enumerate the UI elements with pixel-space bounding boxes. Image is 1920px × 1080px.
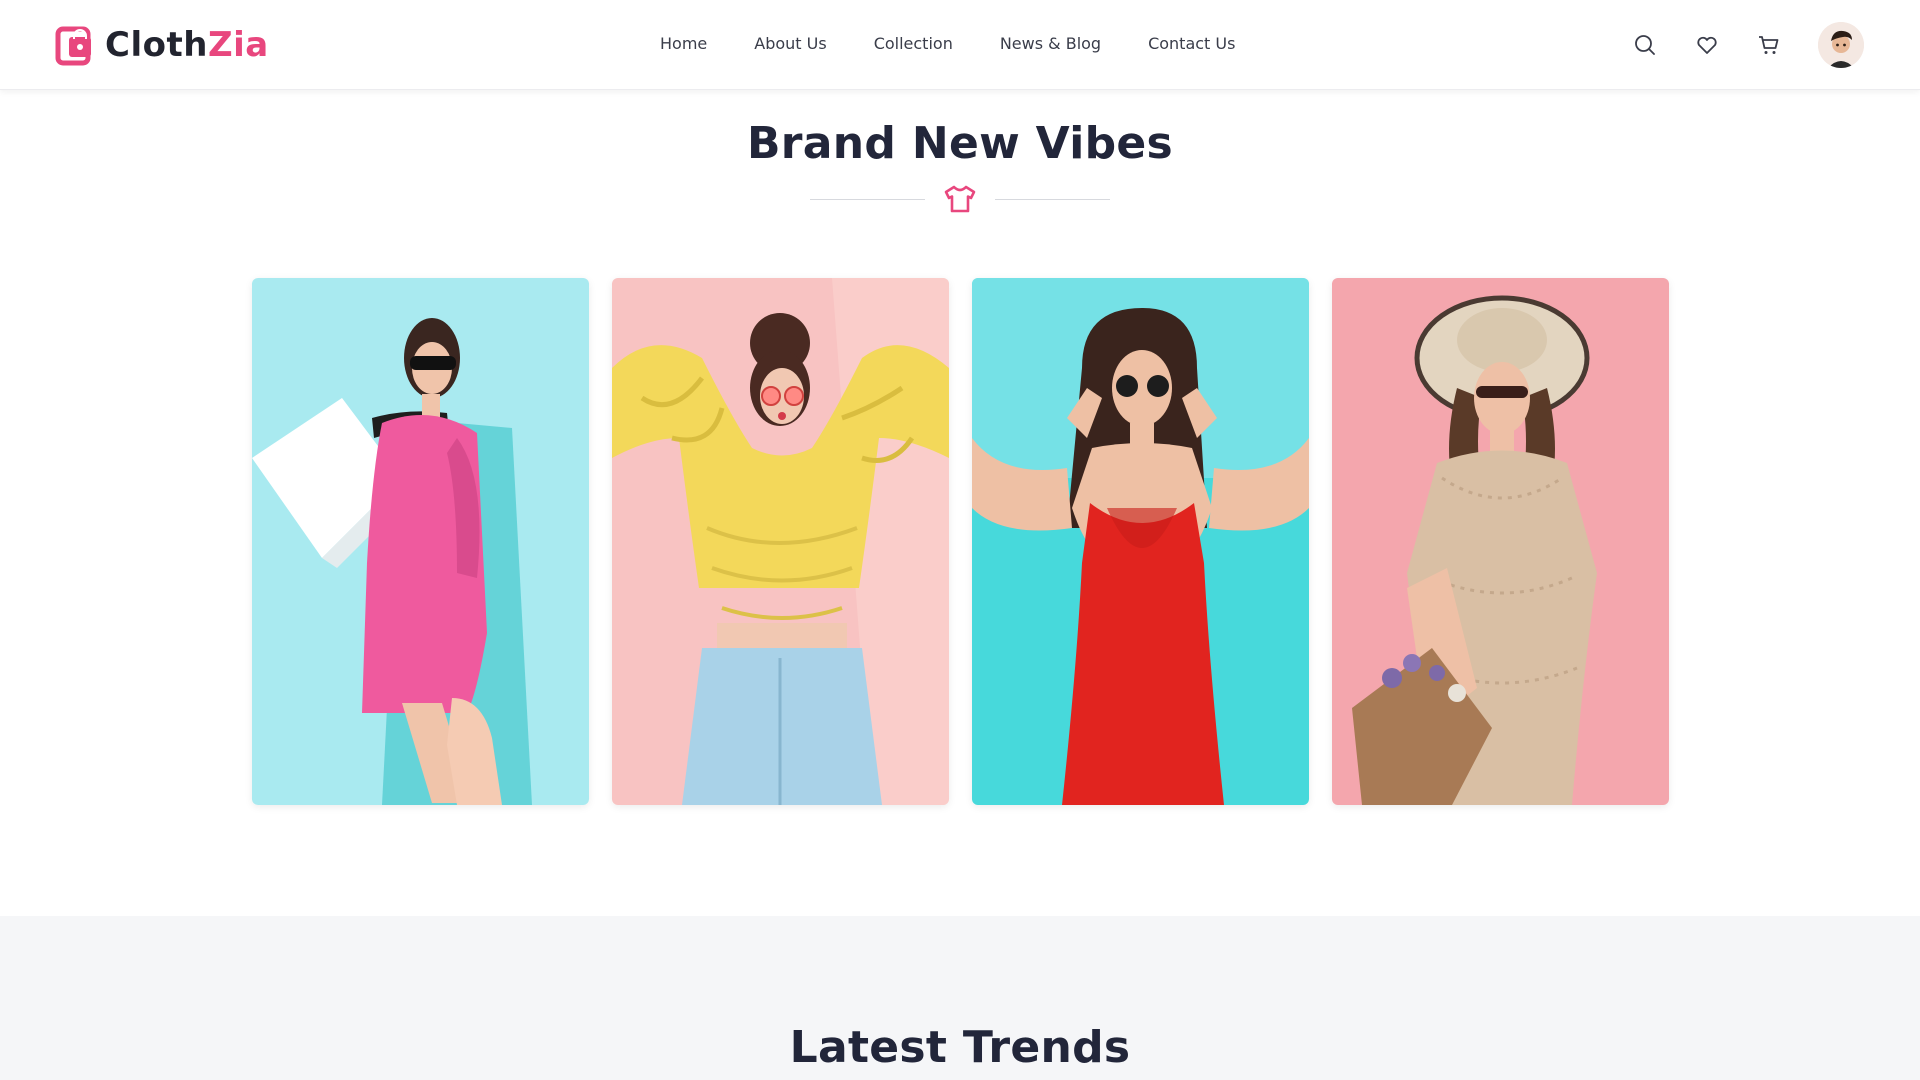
header-actions bbox=[1632, 22, 1864, 68]
nav-news-blog[interactable]: News & Blog bbox=[1000, 34, 1101, 53]
vibe-card-3[interactable] bbox=[972, 278, 1309, 805]
brand-name: ClothZia bbox=[105, 25, 269, 65]
vibe-card-1[interactable] bbox=[252, 278, 589, 805]
model-photo-red-dress bbox=[972, 278, 1309, 805]
user-avatar-icon bbox=[1818, 22, 1864, 68]
vibe-card-4[interactable] bbox=[1332, 278, 1669, 805]
section-title-brand-new-vibes: Brand New Vibes bbox=[746, 118, 1174, 169]
cart-icon[interactable] bbox=[1756, 32, 1782, 58]
site-header: ClothZia Home About Us Collection News &… bbox=[0, 0, 1920, 90]
shopping-bag-logo-icon bbox=[55, 26, 91, 66]
nav-home[interactable]: Home bbox=[660, 34, 707, 53]
search-icon[interactable] bbox=[1632, 32, 1658, 58]
nav-collection[interactable]: Collection bbox=[874, 34, 953, 53]
divider-line-right bbox=[995, 199, 1110, 200]
model-photo-straw-hat bbox=[1332, 278, 1669, 805]
divider-line-left bbox=[810, 199, 925, 200]
main-nav: Home About Us Collection News & Blog Con… bbox=[660, 34, 1282, 53]
nav-about-us[interactable]: About Us bbox=[754, 34, 826, 53]
section-title-latest-trends: Latest Trends bbox=[789, 1022, 1131, 1073]
title-divider bbox=[810, 182, 1110, 216]
user-avatar[interactable] bbox=[1818, 22, 1864, 68]
model-photo-pink-blazer bbox=[252, 278, 589, 805]
brand-logo[interactable]: ClothZia bbox=[55, 22, 269, 68]
heart-icon[interactable] bbox=[1694, 32, 1720, 58]
model-photo-yellow-sweater bbox=[612, 278, 949, 805]
vibes-gallery bbox=[252, 278, 1669, 805]
vibe-card-2[interactable] bbox=[612, 278, 949, 805]
nav-contact-us[interactable]: Contact Us bbox=[1148, 34, 1235, 53]
tshirt-icon bbox=[944, 185, 976, 213]
